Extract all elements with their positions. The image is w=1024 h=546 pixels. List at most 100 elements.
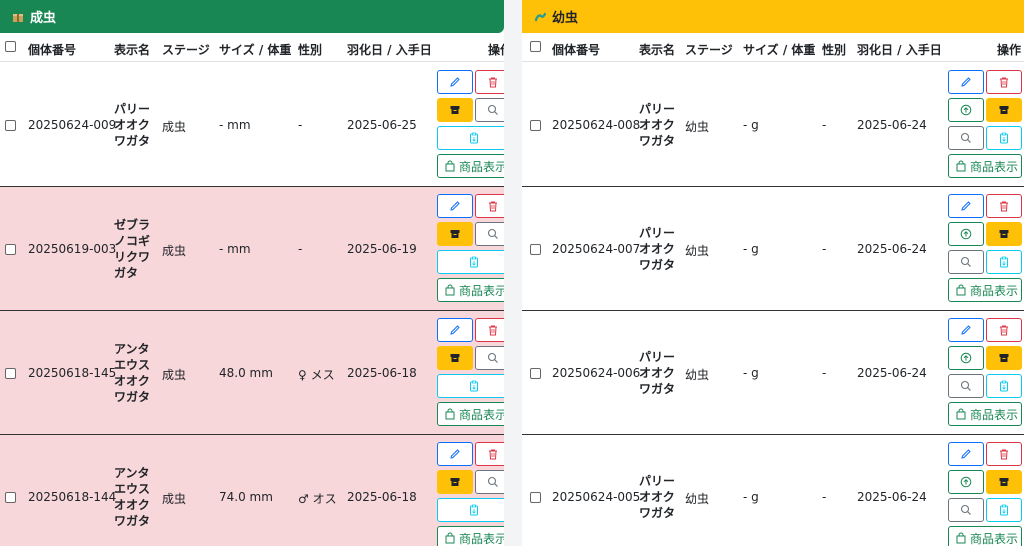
trash-icon bbox=[487, 76, 499, 88]
archive-button[interactable] bbox=[437, 470, 473, 494]
show-product-label: 商品表示 bbox=[458, 159, 504, 174]
pencil-icon bbox=[449, 76, 461, 88]
cell-id: 20250618-145 bbox=[28, 366, 117, 380]
show-product-button[interactable]: 商品表示 bbox=[437, 402, 504, 426]
delete-button[interactable] bbox=[475, 194, 504, 218]
cell-sex: - bbox=[822, 242, 827, 256]
col-date: 羽化日 / 入手日 bbox=[857, 43, 942, 57]
cell-size: - g bbox=[743, 366, 759, 380]
edit-button[interactable] bbox=[437, 194, 473, 218]
show-product-button[interactable]: 商品表示 bbox=[437, 278, 504, 302]
show-product-button[interactable]: 商品表示 bbox=[948, 526, 1022, 546]
larva-table-header: 個体番号 表示名 ステージ サイズ / 体重 性別 羽化日 / 入手日 操作 bbox=[522, 33, 1024, 62]
cell-size: 48.0 mm bbox=[219, 366, 273, 380]
archive-button[interactable] bbox=[437, 98, 473, 122]
view-button[interactable] bbox=[475, 470, 504, 494]
archive-button[interactable] bbox=[437, 222, 473, 246]
col-size: サイズ / 体重 bbox=[743, 43, 816, 57]
view-button[interactable] bbox=[948, 126, 984, 150]
show-product-button[interactable]: 商品表示 bbox=[437, 526, 504, 546]
cell-date: 2025-06-18 bbox=[347, 490, 417, 504]
archive-button[interactable] bbox=[986, 470, 1022, 494]
view-button[interactable] bbox=[475, 98, 504, 122]
row-checkbox[interactable] bbox=[5, 492, 16, 503]
delete-button[interactable] bbox=[475, 70, 504, 94]
edit-button[interactable] bbox=[948, 70, 984, 94]
table-row: 20250624-005 幼虫 - g - 2025-06-24 パリーオオクワガタ 商品表… bbox=[522, 435, 1024, 546]
copy-button[interactable] bbox=[437, 250, 504, 274]
search-icon bbox=[960, 380, 972, 392]
view-button[interactable] bbox=[948, 374, 984, 398]
copy-button[interactable] bbox=[437, 374, 504, 398]
copy-button[interactable] bbox=[986, 498, 1022, 522]
search-icon bbox=[487, 228, 499, 240]
cell-date: 2025-06-25 bbox=[347, 118, 417, 132]
row-checkbox[interactable] bbox=[530, 244, 541, 255]
delete-button[interactable] bbox=[986, 442, 1022, 466]
select-all-checkbox[interactable] bbox=[5, 41, 16, 52]
cell-sex: ♀ メス bbox=[298, 368, 335, 382]
row-checkbox[interactable] bbox=[530, 120, 541, 131]
cell-size: - g bbox=[743, 242, 759, 256]
row-checkbox[interactable] bbox=[530, 492, 541, 503]
copy-button[interactable] bbox=[437, 126, 504, 150]
show-product-button[interactable]: 商品表示 bbox=[437, 154, 504, 178]
copy-button[interactable] bbox=[986, 374, 1022, 398]
shopping-bag-icon bbox=[444, 160, 456, 172]
select-all-checkbox[interactable] bbox=[530, 41, 541, 52]
clipboard-icon bbox=[468, 256, 480, 268]
edit-button[interactable] bbox=[948, 442, 984, 466]
show-product-button[interactable]: 商品表示 bbox=[948, 278, 1022, 302]
delete-button[interactable] bbox=[986, 194, 1022, 218]
archive-button[interactable] bbox=[986, 98, 1022, 122]
cell-stage: 幼虫 bbox=[685, 368, 710, 382]
delete-button[interactable] bbox=[475, 318, 504, 342]
larva-panel-header: 幼虫 bbox=[522, 0, 1024, 33]
delete-button[interactable] bbox=[475, 442, 504, 466]
promote-button[interactable] bbox=[948, 222, 984, 246]
shopping-bag-icon bbox=[444, 532, 456, 544]
cell-date: 2025-06-24 bbox=[857, 118, 927, 132]
copy-button[interactable] bbox=[437, 498, 504, 522]
trash-icon bbox=[487, 448, 499, 460]
col-size: サイズ / 体重 bbox=[219, 43, 292, 57]
promote-button[interactable] bbox=[948, 346, 984, 370]
edit-button[interactable] bbox=[948, 194, 984, 218]
trash-icon bbox=[487, 200, 499, 212]
row-checkbox[interactable] bbox=[530, 368, 541, 379]
edit-button[interactable] bbox=[437, 442, 473, 466]
shopping-bag-icon bbox=[444, 284, 456, 296]
clipboard-icon bbox=[998, 504, 1010, 516]
show-product-button[interactable]: 商品表示 bbox=[948, 154, 1022, 178]
col-stage: ステージ bbox=[685, 43, 733, 57]
row-checkbox[interactable] bbox=[5, 120, 16, 131]
show-product-button[interactable]: 商品表示 bbox=[948, 402, 1022, 426]
edit-button[interactable] bbox=[437, 318, 473, 342]
cell-stage: 成虫 bbox=[162, 492, 187, 506]
shopping-bag-icon bbox=[444, 408, 456, 420]
delete-button[interactable] bbox=[986, 318, 1022, 342]
copy-button[interactable] bbox=[986, 250, 1022, 274]
row-checkbox[interactable] bbox=[5, 368, 16, 379]
archive-button[interactable] bbox=[437, 346, 473, 370]
promote-button[interactable] bbox=[948, 470, 984, 494]
archive-icon bbox=[998, 476, 1010, 488]
adult-panel-header: 成虫 bbox=[0, 0, 504, 33]
view-button[interactable] bbox=[948, 498, 984, 522]
view-button[interactable] bbox=[475, 346, 504, 370]
archive-button[interactable] bbox=[986, 222, 1022, 246]
cell-stage: 幼虫 bbox=[685, 492, 710, 506]
delete-button[interactable] bbox=[986, 70, 1022, 94]
view-button[interactable] bbox=[948, 250, 984, 274]
copy-button[interactable] bbox=[986, 126, 1022, 150]
edit-button[interactable] bbox=[948, 318, 984, 342]
promote-button[interactable] bbox=[948, 98, 984, 122]
view-button[interactable] bbox=[475, 222, 504, 246]
cell-id: 20250624-008 bbox=[552, 118, 641, 132]
row-checkbox[interactable] bbox=[5, 244, 16, 255]
cell-stage: 成虫 bbox=[162, 120, 187, 134]
archive-icon bbox=[449, 352, 461, 364]
archive-button[interactable] bbox=[986, 346, 1022, 370]
cell-name: アンタエウスオオクワガタ bbox=[114, 342, 151, 404]
edit-button[interactable] bbox=[437, 70, 473, 94]
